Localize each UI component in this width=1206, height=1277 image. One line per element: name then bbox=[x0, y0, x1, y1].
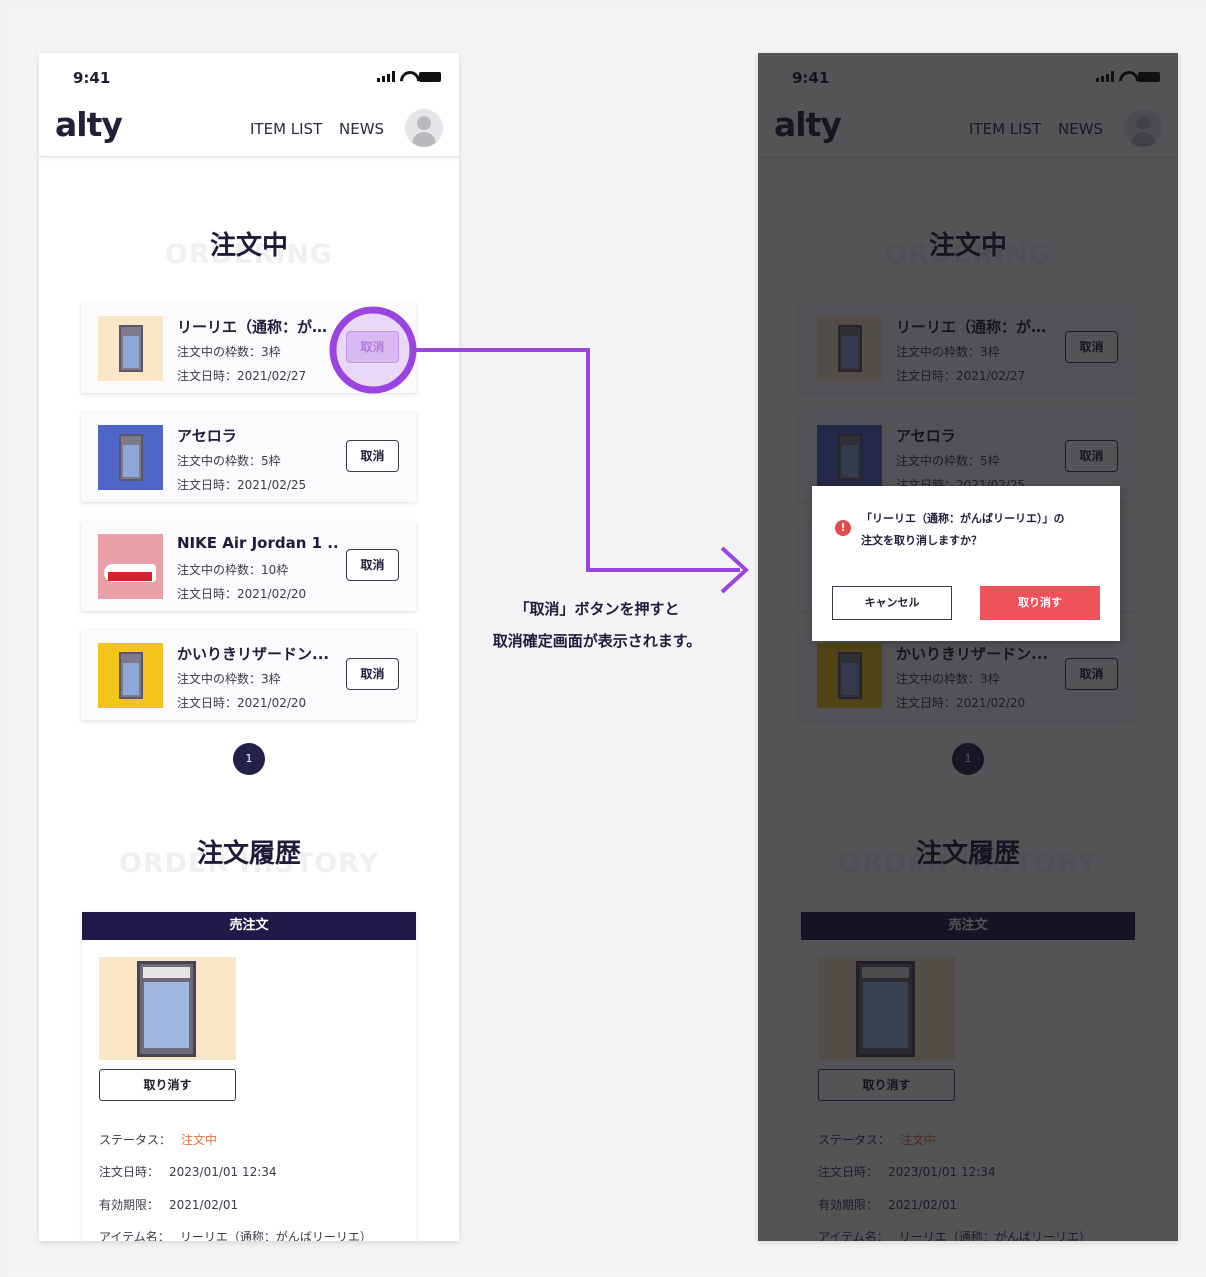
annotation-line2: 取消確定画面が表示されます。 bbox=[492, 632, 702, 650]
annotation-line1: 「取消」ボタンを押すと bbox=[514, 600, 680, 618]
highlight-circle bbox=[329, 306, 417, 394]
connector-line bbox=[413, 348, 740, 572]
